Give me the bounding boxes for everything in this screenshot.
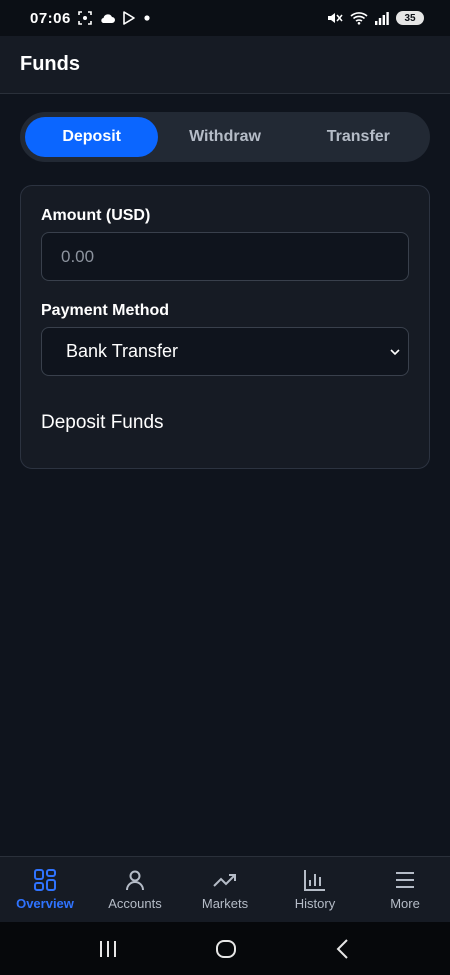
nav-history[interactable]: History <box>270 857 360 922</box>
amount-input[interactable]: 0.00 <box>41 232 409 281</box>
nav-markets-label: Markets <box>201 896 249 911</box>
signal-icon <box>375 11 389 25</box>
bottom-nav: Overview Accounts Markets History More <box>0 856 450 922</box>
wifi-icon <box>350 11 368 25</box>
chevron-down-icon <box>388 347 402 357</box>
page-title: Funds <box>20 53 80 75</box>
status-right: 35 <box>327 11 424 25</box>
dot-icon <box>143 14 151 22</box>
deposit-funds-button[interactable]: Deposit Funds <box>41 412 164 434</box>
nav-accounts[interactable]: Accounts <box>90 857 180 922</box>
nav-overview-label: Overview <box>16 896 74 911</box>
funds-tabs: Deposit Withdraw Transfer <box>20 112 430 162</box>
status-left: 07:06 <box>30 10 151 27</box>
tab-deposit[interactable]: Deposit <box>25 117 159 157</box>
status-bar: 07:06 35 <box>0 0 450 36</box>
bar-chart-icon <box>303 868 327 892</box>
amount-placeholder: 0.00 <box>61 246 95 266</box>
cloud-icon <box>99 12 115 24</box>
menu-icon <box>393 868 417 892</box>
play-store-icon <box>122 11 136 25</box>
back-icon[interactable] <box>333 938 353 960</box>
nav-overview[interactable]: Overview <box>0 857 90 922</box>
screenshot-icon <box>78 11 92 25</box>
recent-apps-icon[interactable] <box>97 939 119 959</box>
grid-icon <box>33 868 57 892</box>
nav-accounts-label: Accounts <box>108 896 162 911</box>
app-header: Funds <box>0 36 450 94</box>
battery-icon: 35 <box>396 11 424 25</box>
user-icon <box>123 868 147 892</box>
mute-icon <box>327 11 343 25</box>
nav-history-label: History <box>294 896 336 911</box>
system-nav-bar <box>0 922 450 975</box>
payment-method-select[interactable]: Bank Transfer <box>41 327 409 376</box>
nav-markets[interactable]: Markets <box>180 857 270 922</box>
payment-method-value: Bank Transfer <box>66 341 179 361</box>
trend-icon <box>212 868 238 892</box>
home-icon[interactable] <box>214 937 238 961</box>
nav-more-label: More <box>390 896 420 911</box>
amount-label: Amount (USD) <box>41 207 151 224</box>
tab-withdraw[interactable]: Withdraw <box>158 117 291 157</box>
deposit-form-card: Amount (USD) 0.00 Payment Method Bank Tr… <box>20 185 430 469</box>
nav-more[interactable]: More <box>360 857 450 922</box>
payment-method-label: Payment Method <box>41 302 170 319</box>
status-time: 07:06 <box>30 9 71 27</box>
tab-transfer[interactable]: Transfer <box>292 117 425 157</box>
